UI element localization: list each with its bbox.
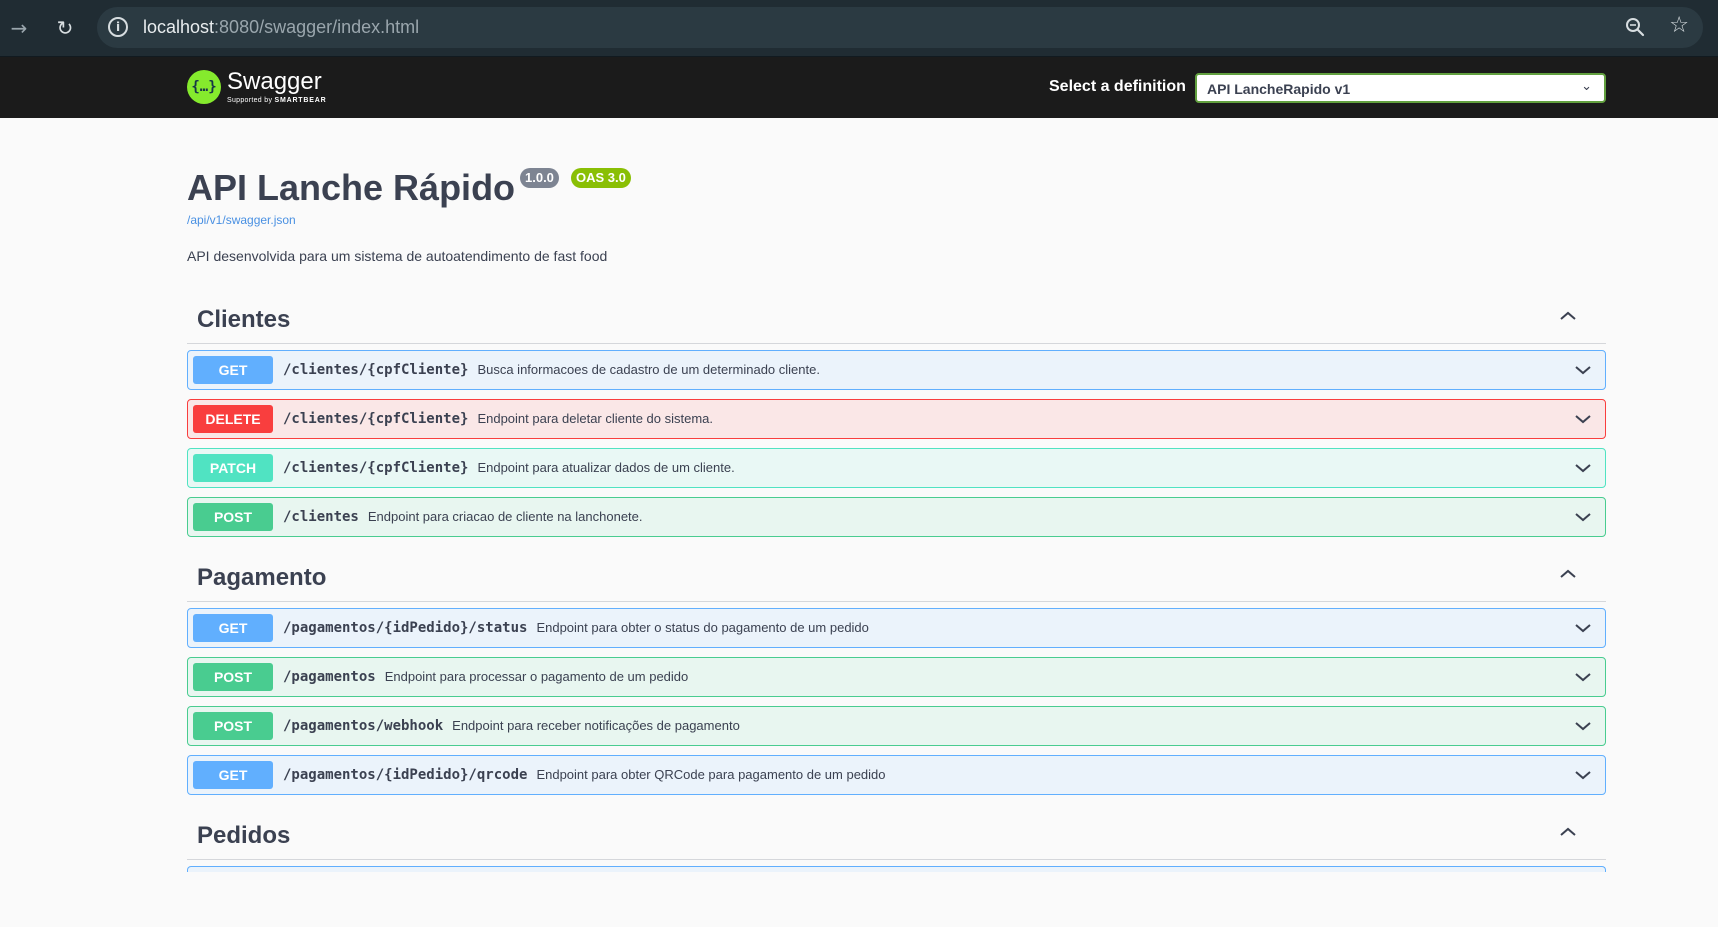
- logo-sub-brand: SMARTBEAR: [274, 97, 327, 104]
- operation-summary: Endpoint para criacao de cliente na lanc…: [367, 509, 643, 524]
- spec-link[interactable]: /api/v1/swagger.json: [187, 213, 296, 227]
- method-badge: GET: [193, 761, 273, 789]
- operation-path-text: /pagamentos/webhook: [283, 718, 444, 734]
- api-title: API Lanche Rápido: [187, 167, 516, 208]
- operation-row-partial[interactable]: [187, 866, 1606, 872]
- operation-path: /clientes/{cpfCliente} Endpoint para dele…: [283, 411, 713, 427]
- operation-summary: Busca informacoes de cadastro de um dete…: [477, 362, 820, 377]
- version-badge: 1.0.0: [520, 168, 559, 188]
- method-badge: GET: [193, 356, 273, 384]
- tag-section-clientes: Clientes GET/clientes/{cpfCliente} Busca i…: [187, 288, 1606, 537]
- tag-section-pedidos: Pedidos: [187, 804, 1606, 872]
- definition-label: Select a definition: [1049, 78, 1186, 95]
- operation-path-text: /clientes/{cpfCliente}: [283, 411, 469, 427]
- method-badge: PATCH: [193, 454, 273, 482]
- logo-text: Swagger: [227, 68, 322, 95]
- method-badge: POST: [193, 712, 273, 740]
- chevron-up-icon[interactable]: [1558, 306, 1578, 326]
- chevron-down-icon[interactable]: [1573, 360, 1593, 380]
- swagger-logo[interactable]: {…} Swagger Supported by SMARTBEAR: [187, 68, 347, 108]
- operation-path: /pagamentos/webhook Endpoint para receber…: [283, 718, 740, 734]
- tag-header[interactable]: Pedidos: [187, 804, 1606, 860]
- operation-path: /pagamentos Endpoint para processar o pag…: [283, 669, 688, 685]
- api-info: API Lanche Rápido 1.0.0 OAS 3.0 /api/v1/…: [187, 118, 1606, 288]
- star-icon[interactable]: ☆: [1669, 14, 1689, 38]
- operation-patch-row[interactable]: PATCH/clientes/{cpfCliente} Endpoint para…: [187, 448, 1606, 488]
- logo-sub-prefix: Supported by: [227, 97, 273, 104]
- tag-title: Pagamento: [197, 564, 327, 591]
- operation-path: /pagamentos/{idPedido}/qrcode Endpoint pa…: [283, 767, 886, 783]
- operation-path: /clientes/{cpfCliente} Endpoint para atua…: [283, 460, 735, 476]
- info-icon[interactable]: i: [108, 17, 128, 37]
- operation-path-text: /pagamentos/{idPedido}/qrcode: [283, 767, 528, 783]
- operation-post-row[interactable]: POST/clientes Endpoint para criacao de cl…: [187, 497, 1606, 537]
- address-bar[interactable]: i localhost:8080/swagger/index.html ☆: [97, 7, 1703, 48]
- chevron-down-icon[interactable]: [1573, 765, 1593, 785]
- chevron-up-icon[interactable]: [1558, 564, 1578, 584]
- operation-path: /clientes/{cpfCliente} Busca informacoes …: [283, 362, 820, 378]
- operation-get-row[interactable]: GET/clientes/{cpfCliente} Busca informaco…: [187, 350, 1606, 390]
- operation-summary: Endpoint para processar o pagamento de u…: [384, 669, 689, 684]
- operation-get-row[interactable]: GET/pagamentos/{idPedido}/qrcode Endpoint…: [187, 755, 1606, 795]
- oas-badge: OAS 3.0: [571, 168, 631, 188]
- method-badge: DELETE: [193, 405, 273, 433]
- operation-path-text: /clientes/{cpfCliente}: [283, 362, 469, 378]
- method-badge: POST: [193, 663, 273, 691]
- operation-path-text: /clientes/{cpfCliente}: [283, 460, 469, 476]
- method-badge: GET: [193, 614, 273, 642]
- forward-arrow-icon[interactable]: →: [5, 14, 33, 42]
- tag-header[interactable]: Pagamento: [187, 546, 1606, 602]
- chevron-down-icon[interactable]: [1573, 618, 1593, 638]
- operation-summary: Endpoint para obter QRCode para pagament…: [536, 767, 886, 782]
- operation-summary: Endpoint para deletar cliente do sistema…: [477, 411, 714, 426]
- chevron-down-icon[interactable]: [1573, 458, 1593, 478]
- url-text[interactable]: localhost:8080/swagger/index.html: [143, 17, 419, 38]
- chevron-down-icon: ⌄: [1581, 79, 1592, 94]
- tag-section-pagamento: Pagamento GET/pagamentos/{idPedido}/statu…: [187, 546, 1606, 795]
- definition-select-value: API LancheRapido v1: [1207, 81, 1351, 97]
- zoom-icon[interactable]: [1623, 15, 1647, 39]
- chevron-down-icon[interactable]: [1573, 507, 1593, 527]
- definition-select[interactable]: API LancheRapido v1 ⌄: [1195, 73, 1606, 103]
- operation-path: /pagamentos/{idPedido}/status Endpoint pa…: [283, 620, 869, 636]
- operation-summary: Endpoint para obter o status do pagament…: [536, 620, 869, 635]
- operation-path-text: /clientes: [283, 509, 359, 525]
- chevron-down-icon[interactable]: [1573, 716, 1593, 736]
- chevron-down-icon[interactable]: [1573, 409, 1593, 429]
- operation-path: /clientes Endpoint para criacao de client…: [283, 509, 643, 525]
- tag-title: Pedidos: [197, 822, 291, 849]
- url-rest: :8080/swagger/index.html: [214, 17, 420, 37]
- tags-container: Clientes GET/clientes/{cpfCliente} Busca i…: [187, 288, 1606, 872]
- main-content: API Lanche Rápido 1.0.0 OAS 3.0 /api/v1/…: [187, 118, 1606, 872]
- logo-subtitle: Supported by SMARTBEAR: [227, 97, 326, 104]
- chevron-up-icon[interactable]: [1558, 822, 1578, 842]
- reload-icon[interactable]: ↻: [51, 14, 79, 42]
- method-badge: POST: [193, 503, 273, 531]
- operation-post-row[interactable]: POST/pagamentos/webhook Endpoint para rec…: [187, 706, 1606, 746]
- url-host: localhost: [143, 17, 215, 37]
- chevron-down-icon[interactable]: [1573, 667, 1593, 687]
- operation-get-row[interactable]: GET/pagamentos/{idPedido}/status Endpoint…: [187, 608, 1606, 648]
- operation-delete-row[interactable]: DELETE/clientes/{cpfCliente} Endpoint par…: [187, 399, 1606, 439]
- browser-toolbar: → ↻ i localhost:8080/swagger/index.html …: [0, 0, 1718, 57]
- tag-title: Clientes: [197, 306, 291, 333]
- operation-summary: Endpoint para receber notificações de pa…: [452, 718, 740, 733]
- operation-path-text: /pagamentos/{idPedido}/status: [283, 620, 528, 636]
- operation-path-text: /pagamentos: [283, 669, 376, 685]
- operation-summary: Endpoint para atualizar dados de um clie…: [477, 460, 735, 475]
- swagger-logo-icon: {…}: [187, 70, 221, 104]
- swagger-topbar: {…} Swagger Supported by SMARTBEAR Selec…: [0, 57, 1718, 118]
- api-description: API desenvolvida para um sistema de auto…: [187, 248, 608, 264]
- tag-header[interactable]: Clientes: [187, 288, 1606, 344]
- operation-post-row[interactable]: POST/pagamentos Endpoint para processar o…: [187, 657, 1606, 697]
